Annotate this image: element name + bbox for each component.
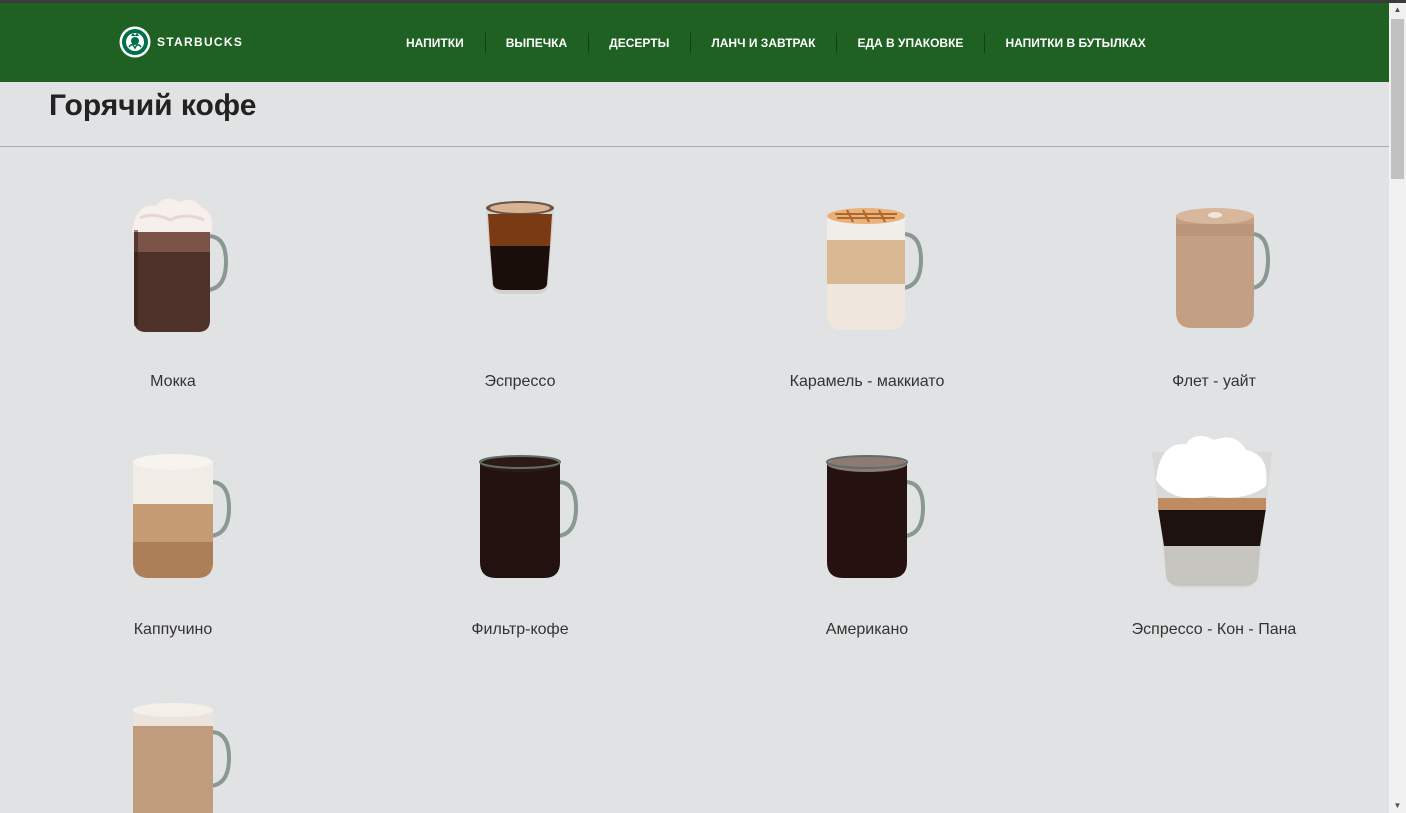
site-header: STARBUCKS НАПИТКИ ВЫПЕЧКА ДЕСЕРТЫ ЛАНЧ И… [0,3,1389,82]
product-name: Каппучино [133,621,213,638]
main-nav: НАПИТКИ ВЫПЕЧКА ДЕСЕРТЫ ЛАНЧ И ЗАВТРАК Е… [385,3,1167,82]
brand-name: STARBUCKS [157,35,244,49]
product-name: Американо [825,621,909,638]
vertical-scrollbar[interactable]: ▲ ▼ [1389,3,1406,813]
product-name: Мокка [150,373,196,390]
filter-coffee-mug-icon [479,455,579,578]
product-name: Флет - уайт [1172,373,1256,390]
nav-item-bakery[interactable]: ВЫПЕЧКА [484,31,588,55]
product-name: Эспрессо [484,373,556,390]
americano-mug-icon [826,455,926,578]
product-card-filter-coffee[interactable]: Фильтр-кофе [360,430,680,648]
cappuccino-mug-icon [133,454,232,578]
nav-item-lunch-breakfast[interactable]: ЛАНЧ И ЗАВТРАК [690,31,836,55]
scrollbar-thumb[interactable] [1391,19,1404,179]
latte-mug-icon [133,703,232,813]
nav-item-desserts[interactable]: ДЕСЕРТЫ [588,31,690,55]
product-card-mocha[interactable]: Мокка [13,190,333,400]
product-card-flat-white[interactable]: Флет - уайт [1054,190,1374,400]
mocha-mug-icon [132,198,229,332]
page-title: Горячий кофе [49,89,257,122]
nav-item-bottled-drinks[interactable]: НАПИТКИ В БУТЫЛКАХ [984,31,1166,55]
espresso-shot-icon [486,201,554,294]
product-card-americano[interactable]: Американо [707,430,1027,648]
product-card-espresso-con-panna[interactable]: Эспрессо - Кон - Пана [1054,430,1374,648]
siren-logo-icon [119,26,151,58]
product-card-latte[interactable] [13,690,333,813]
product-name: Эспрессо - Кон - Пана [1131,621,1297,638]
starbucks-logo[interactable]: STARBUCKS [119,25,243,59]
scroll-down-arrow-icon[interactable]: ▼ [1389,799,1406,813]
title-divider [0,146,1389,147]
nav-item-packaged-food[interactable]: ЕДА В УПАКОВКЕ [836,31,984,55]
scroll-up-arrow-icon[interactable]: ▲ [1389,3,1406,17]
product-name: Карамель - маккиато [789,373,945,390]
product-card-espresso[interactable]: Эспрессо [360,190,680,400]
product-card-caramel-macchiato[interactable]: Карамель - маккиато [707,190,1027,400]
product-name: Фильтр-кофе [471,621,569,638]
espresso-con-panna-glass-icon [1152,435,1272,588]
product-card-cappuccino[interactable]: Каппучино [13,430,333,648]
caramel-macchiato-mug-icon [827,208,924,330]
flat-white-mug-icon [1176,208,1271,328]
nav-item-drinks[interactable]: НАПИТКИ [385,31,485,55]
